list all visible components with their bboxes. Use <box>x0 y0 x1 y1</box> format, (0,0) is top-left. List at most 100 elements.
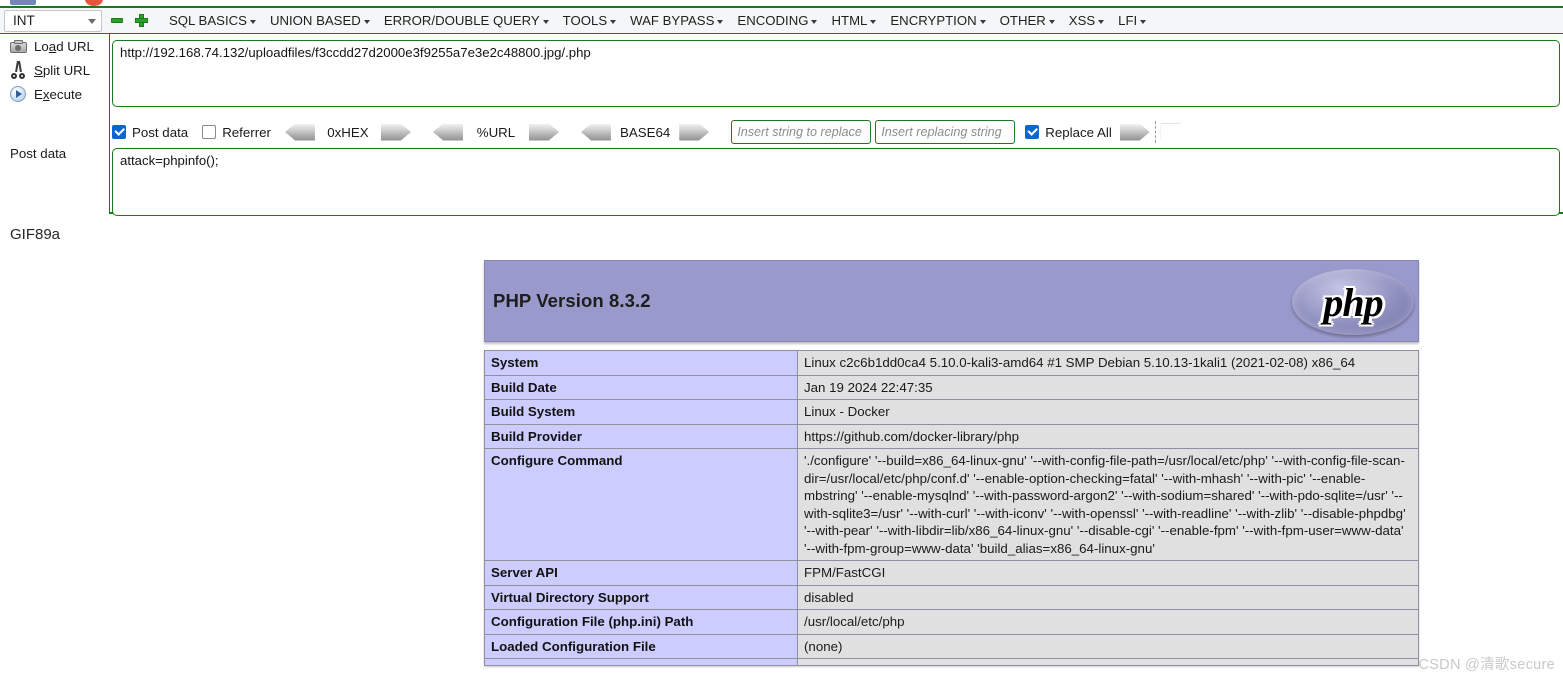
phpinfo-output: PHP Version 8.3.2 php System Linux c2c6b… <box>484 260 1419 666</box>
php-logo-text: php <box>1323 279 1383 325</box>
table-row: Build Date Jan 19 2024 22:47:35 <box>484 374 1419 400</box>
row-key: Server API <box>484 560 798 586</box>
gif-magic-bytes-text: GIF89a <box>10 226 61 243</box>
replace-all-label: Replace All <box>1045 124 1112 140</box>
row-value: https://github.com/docker-library/php <box>797 423 1419 449</box>
encoder-group-url: %URL <box>432 123 559 141</box>
post-data-checkbox-label: Post data <box>132 124 189 140</box>
phpinfo-header: PHP Version 8.3.2 php <box>484 260 1419 342</box>
menu-label: LFI <box>1118 13 1138 28</box>
table-row: Configuration File (php.ini) Path /usr/l… <box>484 609 1419 635</box>
minus-icon <box>111 18 123 23</box>
hackbar-action-column: Load URL Split URL Execute Post data <box>0 34 110 214</box>
menu-tools[interactable]: TOOLS <box>556 11 623 30</box>
divider <box>1154 121 1156 143</box>
menu-other[interactable]: OTHER <box>993 11 1062 30</box>
menu-waf-bypass[interactable]: WAF BYPASS <box>623 11 730 30</box>
base64-encode-button[interactable] <box>679 123 710 141</box>
phpinfo-core-table: System Linux c2c6b1dd0ca4 5.10.0-kali3-a… <box>484 350 1419 666</box>
menu-label: HTML <box>831 13 868 28</box>
menu-union-based[interactable]: UNION BASED <box>263 11 377 30</box>
menu-encryption[interactable]: ENCRYPTION <box>883 11 992 30</box>
post-data-sidebar-label: Post data <box>10 146 67 161</box>
php-logo-icon: php <box>1292 269 1414 335</box>
plus-icon <box>134 14 148 27</box>
menu-label: ERROR/DOUBLE QUERY <box>383 13 540 28</box>
chevron-down-icon <box>610 19 617 24</box>
menu-label: ENCODING <box>737 13 809 28</box>
screenshot-root: INT SQL BASICS UNION BASED ERROR/DOUBLE … <box>0 0 1563 680</box>
replace-all-checkbox[interactable]: Replace All <box>1025 125 1112 140</box>
browser-tab-fragment[interactable] <box>10 0 36 5</box>
url-label: %URL <box>476 124 516 140</box>
table-row: Build System Linux - Docker <box>484 399 1419 425</box>
row-key: Loaded Configuration File <box>484 633 798 659</box>
chevron-down-icon <box>1048 19 1055 24</box>
replace-apply-button[interactable] <box>1119 123 1150 141</box>
menu-label: XSS <box>1068 13 1096 28</box>
menu-encoding[interactable]: ENCODING <box>730 11 824 30</box>
menu-error-double-query[interactable]: ERROR/DOUBLE QUERY <box>377 11 556 30</box>
play-icon <box>8 84 28 104</box>
execute-button[interactable]: Execute <box>0 82 109 106</box>
checkbox-checked-icon <box>1025 125 1040 139</box>
menu-sql-basics[interactable]: SQL BASICS <box>162 11 263 30</box>
row-value: Linux c2c6b1dd0ca4 5.10.0-kali3-amd64 #1… <box>797 350 1419 376</box>
menu-label: OTHER <box>999 13 1046 28</box>
row-value: FPM/FastCGI <box>797 560 1419 586</box>
chevron-down-icon <box>717 19 724 24</box>
hackbar-menubar: SQL BASICS UNION BASED ERROR/DOUBLE QUER… <box>162 11 1153 30</box>
replace-search-input[interactable]: Insert string to replace <box>731 120 872 144</box>
chevron-down-icon <box>249 19 256 24</box>
context-type-select[interactable]: INT <box>4 9 102 32</box>
execute-label: Execute <box>34 86 83 102</box>
menu-html[interactable]: HTML <box>824 11 883 30</box>
row-value: (none) <box>797 633 1419 659</box>
table-row: Configure Command './configure' '--build… <box>484 448 1419 561</box>
table-row: Server API FPM/FastCGI <box>484 560 1419 586</box>
chevron-down-icon <box>979 19 986 24</box>
table-row: System Linux c2c6b1dd0ca4 5.10.0-kali3-a… <box>484 350 1419 376</box>
split-url-button[interactable]: Split URL <box>0 58 109 82</box>
row-key: Virtual Directory Support <box>484 584 798 610</box>
hex-label: 0xHEX <box>327 124 369 140</box>
watermark: CSDN @清歌secure <box>1418 657 1555 673</box>
table-row: Build Provider https://github.com/docker… <box>484 423 1419 449</box>
row-value: Jan 19 2024 22:47:35 <box>797 374 1419 400</box>
load-url-button[interactable]: Load URL <box>0 34 109 58</box>
menu-label: WAF BYPASS <box>630 13 715 28</box>
row-value: './configure' '--build=x86_64-linux-gnu'… <box>797 448 1419 561</box>
base64-label: BASE64 <box>619 124 671 140</box>
table-row: Virtual Directory Support disabled <box>484 584 1419 610</box>
split-url-label: Split URL <box>34 62 91 78</box>
replace-revert-button[interactable] <box>1160 123 1191 141</box>
scissors-icon <box>8 60 28 80</box>
url-encode-button[interactable] <box>528 123 559 141</box>
menu-label: SQL BASICS <box>169 13 247 28</box>
menu-xss[interactable]: XSS <box>1062 11 1111 30</box>
checkbox-checked-icon <box>112 125 126 139</box>
post-data-input[interactable]: attack=phpinfo(); <box>112 148 1560 216</box>
referrer-checkbox[interactable]: Referrer <box>202 125 271 140</box>
chevron-down-icon <box>811 19 818 24</box>
hex-decode-button[interactable] <box>284 123 315 141</box>
base64-decode-button[interactable] <box>580 123 611 141</box>
chevron-down-icon <box>542 19 549 24</box>
post-data-checkbox[interactable]: Post data <box>112 125 188 140</box>
hex-encode-button[interactable] <box>380 123 411 141</box>
row-key: System <box>484 350 798 376</box>
remove-tab-button[interactable] <box>108 12 126 30</box>
chevron-down-icon <box>870 19 877 24</box>
chevron-down-icon <box>88 18 96 24</box>
row-key: Configuration File (php.ini) Path <box>484 609 798 635</box>
url-decode-button[interactable] <box>432 123 463 141</box>
add-tab-button[interactable] <box>132 12 150 30</box>
menu-lfi[interactable]: LFI <box>1111 11 1153 30</box>
url-input[interactable]: http://192.168.74.132/uploadfiles/f3ccdd… <box>112 40 1560 107</box>
chevron-down-icon <box>363 19 370 24</box>
hackbar-toolbar: INT SQL BASICS UNION BASED ERROR/DOUBLE … <box>0 8 1563 34</box>
chevron-down-icon <box>1098 19 1105 24</box>
row-value: /usr/local/etc/php <box>797 609 1419 635</box>
replace-with-input[interactable]: Insert replacing string <box>875 120 1016 144</box>
row-value: disabled <box>797 584 1419 610</box>
